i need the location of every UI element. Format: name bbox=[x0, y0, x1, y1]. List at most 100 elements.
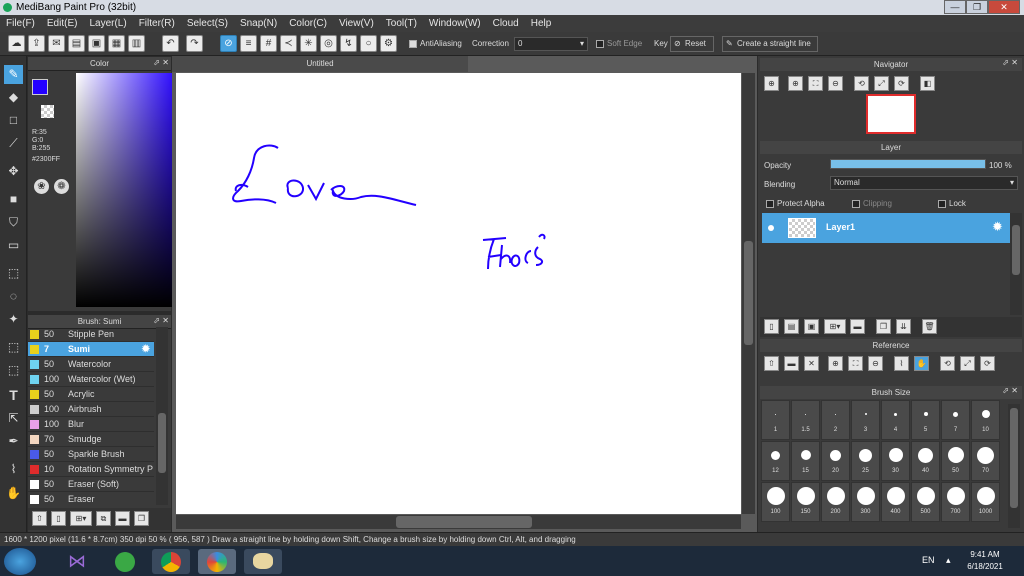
brush-size-cell[interactable]: 30 bbox=[881, 441, 910, 481]
brush-size-cell[interactable]: 1 bbox=[761, 400, 790, 440]
paint-icon[interactable] bbox=[244, 549, 282, 574]
new-8bit-layer-icon[interactable]: ▣ bbox=[804, 319, 819, 334]
brush-size-cell[interactable]: 300 bbox=[851, 482, 880, 522]
operation-tool-icon[interactable]: ⇱ bbox=[4, 409, 23, 428]
menu-color[interactable]: Color(C) bbox=[283, 15, 333, 32]
zoom-out-icon[interactable]: ⊖ bbox=[828, 76, 843, 91]
eyedropper-icon[interactable]: ⌇ bbox=[4, 460, 23, 479]
brush-size-cell[interactable]: 25 bbox=[851, 441, 880, 481]
new-layer-icon[interactable]: ▯ bbox=[764, 319, 779, 334]
brush-size-cell[interactable]: 50 bbox=[941, 441, 970, 481]
undo-icon[interactable]: ↶ bbox=[162, 35, 179, 52]
concentric-snap-icon[interactable]: ◎ bbox=[320, 35, 337, 52]
brush-size-cell[interactable]: 2 bbox=[821, 400, 850, 440]
navigator-preview[interactable] bbox=[866, 94, 916, 134]
settings-icon[interactable]: ⚙ bbox=[380, 35, 397, 52]
add-layer-menu-icon[interactable]: ⊞▾ bbox=[824, 319, 846, 334]
brush-size-cell[interactable]: 40 bbox=[911, 441, 940, 481]
menu-file[interactable]: File(F) bbox=[0, 15, 41, 32]
select-pen-icon[interactable]: ⬚ bbox=[4, 338, 23, 357]
brush-item[interactable]: 100 Watercolor (Wet) bbox=[28, 372, 154, 387]
bucket-tool-icon[interactable]: ⛉ bbox=[4, 213, 23, 232]
language-indicator[interactable]: EN bbox=[922, 555, 935, 565]
brush-tool-icon[interactable]: ✎ bbox=[4, 65, 23, 84]
brush-item[interactable]: 10 Rotation Symmetry P bbox=[28, 462, 154, 477]
brush-size-cell[interactable]: 5 bbox=[911, 400, 940, 440]
brush-item[interactable]: 50 Acrylic bbox=[28, 387, 154, 402]
zoom-in-icon[interactable]: ⊕ bbox=[828, 356, 843, 371]
vanishing-snap-icon[interactable]: ≺ bbox=[280, 35, 297, 52]
brush-scrollbar[interactable] bbox=[156, 327, 168, 505]
grid-icon[interactable]: ▦ bbox=[108, 35, 125, 52]
lock-checkbox[interactable]: Lock bbox=[938, 199, 966, 208]
move-tool-icon[interactable]: ✥ bbox=[4, 162, 23, 181]
chrome-icon[interactable] bbox=[152, 549, 190, 574]
save-icon[interactable]: ▣ bbox=[88, 35, 105, 52]
panel-expand-icon[interactable]: ⬀ ✕ bbox=[153, 58, 169, 67]
opacity-slider[interactable] bbox=[830, 159, 986, 169]
divide-tool-icon[interactable]: ✒ bbox=[4, 432, 23, 451]
share-icon[interactable]: ⇪ bbox=[28, 35, 45, 52]
brush-settings-icon[interactable]: ✹ bbox=[142, 342, 150, 357]
layer-row[interactable]: Layer1 ✹ bbox=[762, 213, 1010, 243]
redo-icon[interactable]: ↷ bbox=[186, 35, 203, 52]
cloud-icon[interactable]: ☁ bbox=[8, 35, 25, 52]
brush-size-cell[interactable]: 150 bbox=[791, 482, 820, 522]
brush-size-cell[interactable]: 70 bbox=[971, 441, 1000, 481]
reset-button[interactable]: ⊘ Reset bbox=[670, 36, 714, 52]
brush-size-cell[interactable]: 7 bbox=[941, 400, 970, 440]
transparent-swatch[interactable] bbox=[41, 105, 54, 118]
trash-icon[interactable]: 🗑 bbox=[922, 319, 937, 334]
fit-icon[interactable]: ⛶ bbox=[808, 76, 823, 91]
document-tab[interactable]: Untitled bbox=[172, 56, 468, 72]
brush-size-cell[interactable]: 20 bbox=[821, 441, 850, 481]
marquee-tool-icon[interactable]: ⬚ bbox=[4, 264, 23, 283]
select-rect-icon[interactable]: □ bbox=[4, 111, 23, 130]
panel-expand-icon[interactable]: ⬀ ✕ bbox=[1002, 58, 1018, 67]
magic-wand-icon[interactable]: ✦ bbox=[4, 310, 23, 329]
brush-size-cell[interactable]: 10 bbox=[971, 400, 1000, 440]
radial-snap-icon[interactable]: ✳ bbox=[300, 35, 317, 52]
canvas-vertical-scrollbar[interactable] bbox=[742, 73, 755, 514]
rotate-left-icon[interactable]: ⟲ bbox=[940, 356, 955, 371]
new-document-icon[interactable]: ▤ bbox=[68, 35, 85, 52]
brush-item[interactable]: 7 Sumi ✹ bbox=[28, 342, 154, 357]
brush-size-cell[interactable]: 500 bbox=[911, 482, 940, 522]
menu-snap[interactable]: Snap(N) bbox=[234, 15, 283, 32]
protect-alpha-checkbox[interactable]: Protect Alpha bbox=[766, 199, 825, 208]
parallel-snap-icon[interactable]: ≡ bbox=[240, 35, 257, 52]
straight-line-button[interactable]: ✎ Create a straight line bbox=[722, 36, 818, 52]
brush-size-cell[interactable]: 1000 bbox=[971, 482, 1000, 522]
snap-off-icon[interactable]: ⊘ bbox=[220, 35, 237, 52]
folder-icon[interactable]: ▬ bbox=[850, 319, 865, 334]
brush-size-cell[interactable]: 100 bbox=[761, 482, 790, 522]
brush-size-cell[interactable]: 700 bbox=[941, 482, 970, 522]
flip-icon[interactable]: ⤢ bbox=[874, 76, 889, 91]
rotate-left-icon[interactable]: ⟲ bbox=[854, 76, 869, 91]
brush-item[interactable]: 50 Eraser (Soft) bbox=[28, 477, 154, 492]
canvas-horizontal-scrollbar[interactable] bbox=[176, 515, 741, 529]
tray-arrow-icon[interactable]: ▴ bbox=[946, 555, 951, 566]
brush-item[interactable]: 100 Airbrush bbox=[28, 402, 154, 417]
menu-cloud[interactable]: Cloud bbox=[487, 15, 525, 32]
close-icon[interactable]: ✕ bbox=[804, 356, 819, 371]
start-button[interactable] bbox=[4, 548, 36, 575]
folder-icon[interactable]: ▬ bbox=[115, 511, 130, 526]
brush-item[interactable]: 50 Sparkle Brush bbox=[28, 447, 154, 462]
clock[interactable]: 9:41 AM 6/18/2021 bbox=[960, 549, 1010, 573]
brush-size-cell[interactable]: 200 bbox=[821, 482, 850, 522]
saturation-value-picker[interactable] bbox=[76, 69, 183, 307]
panel-expand-icon[interactable]: ⬀ ✕ bbox=[1002, 386, 1018, 395]
maximize-button[interactable]: ❐ bbox=[966, 0, 988, 14]
duplicate-brush-icon[interactable]: ❐ bbox=[134, 511, 149, 526]
menu-edit[interactable]: Edit(E) bbox=[41, 15, 84, 32]
brush-size-cell[interactable]: 12 bbox=[761, 441, 790, 481]
canvas[interactable] bbox=[176, 73, 741, 514]
duplicate-layer-icon[interactable]: ❐ bbox=[876, 319, 891, 334]
layer-scrollbar[interactable] bbox=[1010, 213, 1022, 315]
brush-item[interactable]: 50 Watercolor bbox=[28, 357, 154, 372]
menu-window[interactable]: Window(W) bbox=[423, 15, 487, 32]
medibang-icon[interactable] bbox=[198, 549, 236, 574]
close-button[interactable]: ✕ bbox=[988, 0, 1020, 14]
mirror-icon[interactable]: ◧ bbox=[920, 76, 935, 91]
